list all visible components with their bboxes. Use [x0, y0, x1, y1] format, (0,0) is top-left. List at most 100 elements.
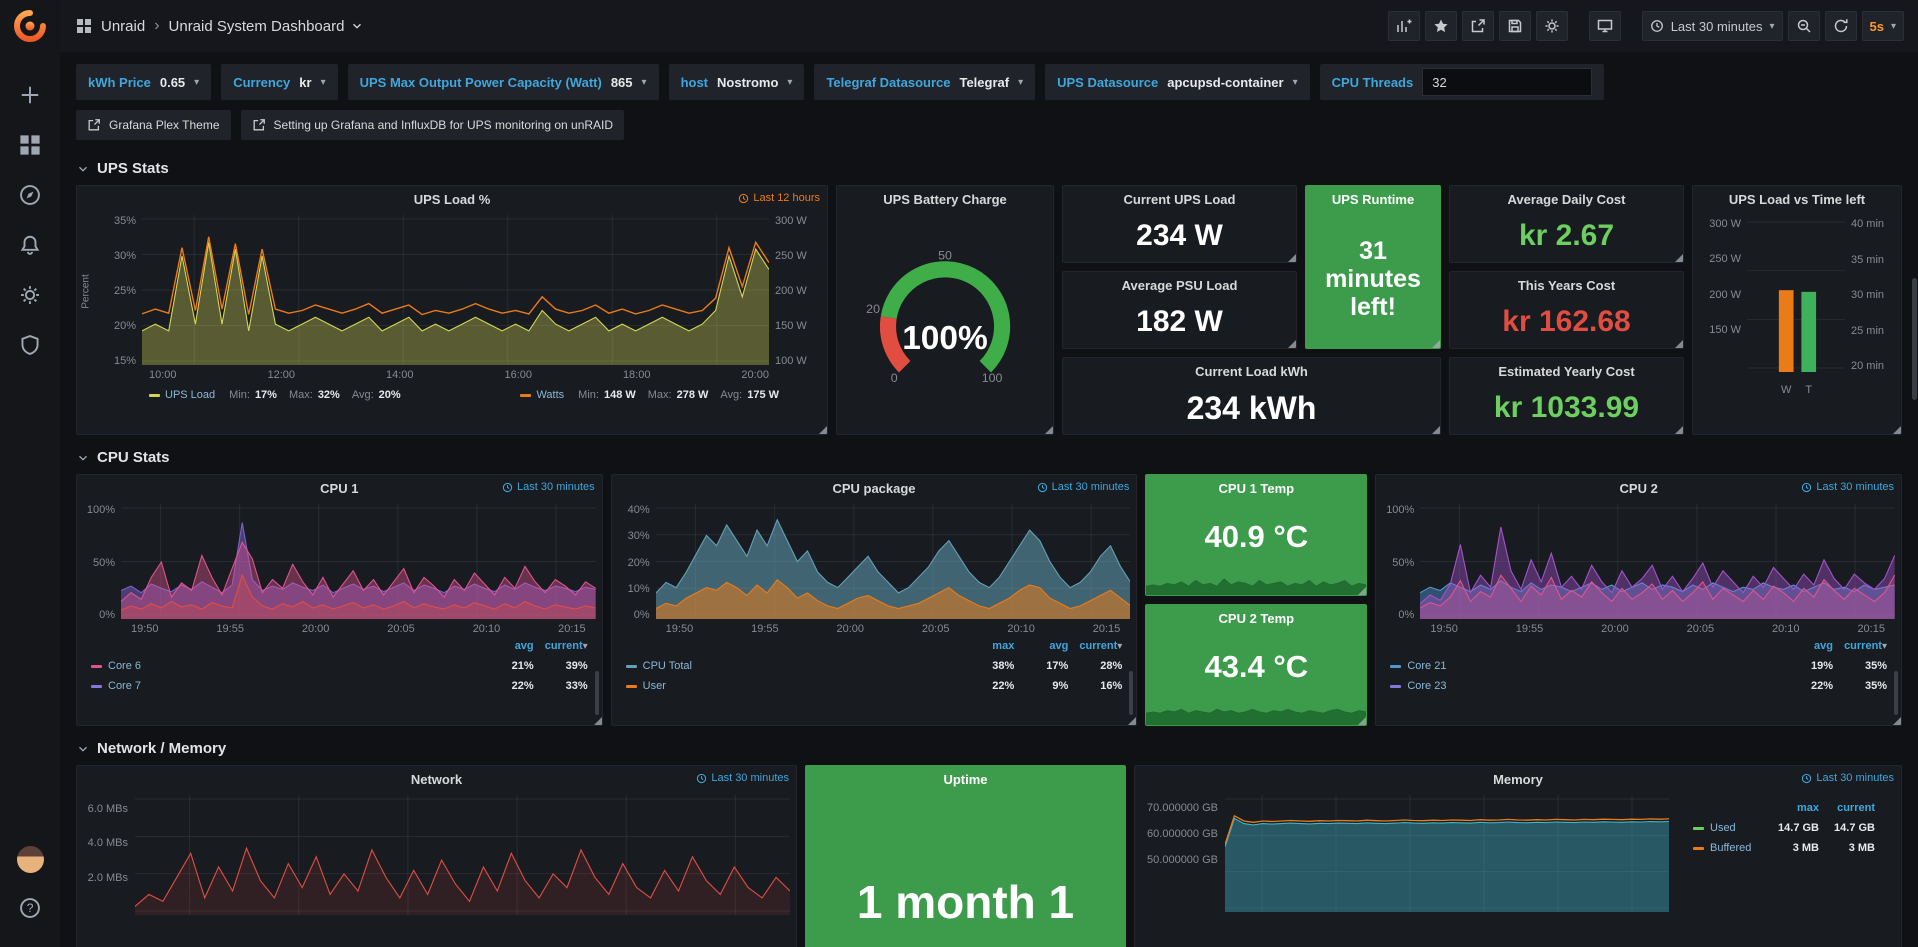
variable-ups-max-output[interactable]: UPS Max Output Power Capacity (Watt) 865…	[348, 64, 659, 100]
panel-title[interactable]: UPS Runtime	[1306, 186, 1440, 212]
panel-resize-handle[interactable]	[1288, 254, 1296, 262]
legend-row[interactable]: Core 23 22% 35%	[1390, 680, 1887, 692]
section-cpu-stats[interactable]: CPU Stats	[76, 449, 1902, 466]
panel-resize-handle[interactable]	[819, 426, 827, 434]
panel-title[interactable]: Memory	[1135, 766, 1901, 792]
dashboard-title[interactable]: Unraid System Dashboard	[169, 18, 365, 35]
panel-title[interactable]: This Years Cost	[1450, 272, 1683, 298]
cpu-threads-input[interactable]: 32	[1422, 68, 1592, 96]
panel-title[interactable]: UPS Load vs Time left	[1693, 186, 1901, 212]
legend-col-sorted[interactable]: current▾	[1068, 640, 1122, 652]
legend-item-ups-load[interactable]: UPS Load Min: 17% Max: 32% Avg: 20%	[149, 389, 401, 401]
panel-title[interactable]: Current UPS Load	[1063, 186, 1296, 212]
section-ups-stats[interactable]: UPS Stats	[76, 160, 1902, 177]
panel-resize-handle[interactable]	[1432, 426, 1440, 434]
panel-title[interactable]: Estimated Yearly Cost	[1450, 358, 1683, 384]
memory-chart[interactable]	[1225, 795, 1669, 912]
legend-row[interactable]: User 22% 9% 16%	[626, 680, 1123, 692]
panel-resize-handle[interactable]	[1432, 340, 1440, 348]
legend-col[interactable]: avg	[1779, 640, 1833, 652]
kiosk-mode-button[interactable]	[1589, 11, 1621, 41]
refresh-button[interactable]	[1825, 11, 1857, 41]
explore-compass-icon[interactable]	[19, 184, 41, 206]
y-tick: 30%	[628, 530, 650, 542]
series-color-swatch	[91, 685, 102, 688]
section-network-memory[interactable]: Network / Memory	[76, 740, 1902, 757]
panel-resize-handle[interactable]	[1893, 717, 1901, 725]
variable-telegraf-datasource[interactable]: Telegraf Datasource Telegraf ▾	[814, 64, 1035, 100]
cpu-package-chart[interactable]	[656, 504, 1131, 619]
legend-item-watts[interactable]: Watts Min: 148 W Max: 278 W Avg: 175 W	[520, 389, 779, 401]
panel-title[interactable]: Average PSU Load	[1063, 272, 1296, 298]
link-ups-monitoring-guide[interactable]: Setting up Grafana and InfluxDB for UPS …	[241, 110, 625, 140]
legend-row[interactable]: Core 6 21% 39%	[91, 660, 588, 672]
variable-ups-datasource[interactable]: UPS Datasource apcupsd-container ▾	[1045, 64, 1309, 100]
time-range-picker[interactable]: Last 30 minutes ▾	[1642, 11, 1783, 41]
panel-resize-handle[interactable]	[1358, 717, 1366, 725]
panel-title[interactable]: CPU 2 Temp	[1146, 605, 1366, 631]
panel-resize-handle[interactable]	[1675, 254, 1683, 262]
add-panel-button[interactable]	[1388, 11, 1420, 41]
legend-row[interactable]: Core 7 22% 33%	[91, 680, 588, 692]
legend-scrollbar[interactable]	[595, 671, 599, 715]
legend-col[interactable]: avg	[1014, 640, 1068, 652]
panel-resize-handle[interactable]	[1288, 340, 1296, 348]
stat-value: 40.9 °C	[1204, 519, 1308, 555]
legend-scrollbar[interactable]	[1894, 671, 1898, 715]
panel-title[interactable]: UPS Battery Charge	[837, 186, 1053, 212]
legend-col-sorted[interactable]: current▾	[1833, 640, 1887, 652]
dashboards-grid-icon[interactable]	[19, 134, 41, 156]
panel-resize-handle[interactable]	[1045, 426, 1053, 434]
panel-resize-handle[interactable]	[1675, 426, 1683, 434]
cpu2-chart[interactable]	[1420, 504, 1895, 619]
variable-kwh-price[interactable]: kWh Price 0.65 ▾	[76, 64, 211, 100]
create-plus-icon[interactable]	[19, 84, 41, 106]
panel-resize-handle[interactable]	[1893, 426, 1901, 434]
y-axis-right: 40 min 35 min 30 min 25 min 20 min	[1845, 218, 1895, 372]
panel-title[interactable]: Uptime	[806, 766, 1125, 792]
variable-host[interactable]: host Nostromo ▾	[669, 64, 805, 100]
y-tick: 30 min	[1851, 289, 1884, 301]
ups-bar-chart[interactable]: W T	[1747, 218, 1845, 372]
legend-col-sorted[interactable]: current▾	[534, 640, 588, 652]
legend-col[interactable]: current	[1819, 802, 1875, 814]
configuration-gear-icon[interactable]	[19, 284, 41, 306]
panel-title[interactable]: Average Daily Cost	[1450, 186, 1683, 212]
alerting-bell-icon[interactable]	[19, 234, 41, 256]
star-dashboard-button[interactable]	[1425, 11, 1457, 41]
user-avatar[interactable]	[17, 846, 44, 873]
refresh-interval-picker[interactable]: 5s ▾	[1862, 11, 1905, 41]
graph-body: 70.000000 GB 60.000000 GB 50.000000 GB m…	[1135, 792, 1901, 912]
legend-col[interactable]: max	[1763, 802, 1819, 814]
cpu1-chart[interactable]	[121, 504, 596, 619]
link-grafana-plex-theme[interactable]: Grafana Plex Theme	[76, 110, 231, 140]
panel-title[interactable]: Current Load kWh	[1063, 358, 1440, 384]
zoom-out-button[interactable]	[1788, 11, 1820, 41]
legend-col[interactable]: avg	[480, 640, 534, 652]
breadcrumb-folder[interactable]: Unraid	[101, 18, 145, 35]
panel-resize-handle[interactable]	[1675, 340, 1683, 348]
panel-resize-handle[interactable]	[1128, 717, 1136, 725]
panel-resize-handle[interactable]	[594, 717, 602, 725]
legend-row[interactable]: Used 14.7 GB 14.7 GB	[1693, 822, 1875, 834]
variable-currency[interactable]: Currency kr ▾	[221, 64, 337, 100]
legend-row[interactable]: Core 21 19% 35%	[1390, 660, 1887, 672]
help-question-icon[interactable]: ?	[19, 897, 41, 919]
panel-title[interactable]: Network	[77, 766, 796, 792]
share-dashboard-button[interactable]	[1462, 11, 1494, 41]
legend-scrollbar[interactable]	[1129, 671, 1133, 715]
grafana-logo[interactable]	[14, 10, 46, 42]
panel-resize-handle[interactable]	[1358, 587, 1366, 595]
admin-shield-icon[interactable]	[19, 334, 41, 356]
network-chart[interactable]	[135, 795, 790, 915]
legend-col[interactable]: max	[960, 640, 1014, 652]
legend-row[interactable]: CPU Total 38% 17% 28%	[626, 660, 1123, 672]
legend-row[interactable]: Buffered 3 MB 3 MB	[1693, 842, 1875, 854]
save-dashboard-button[interactable]	[1499, 11, 1531, 41]
panel-title[interactable]: UPS Load %	[77, 186, 827, 212]
y-tick: 200 W	[1709, 289, 1741, 301]
panel-title[interactable]: CPU 1 Temp	[1146, 475, 1366, 501]
dashboard-settings-button[interactable]	[1536, 11, 1568, 41]
ups-load-chart[interactable]	[142, 215, 769, 365]
page-scrollbar-thumb[interactable]	[1912, 278, 1917, 400]
